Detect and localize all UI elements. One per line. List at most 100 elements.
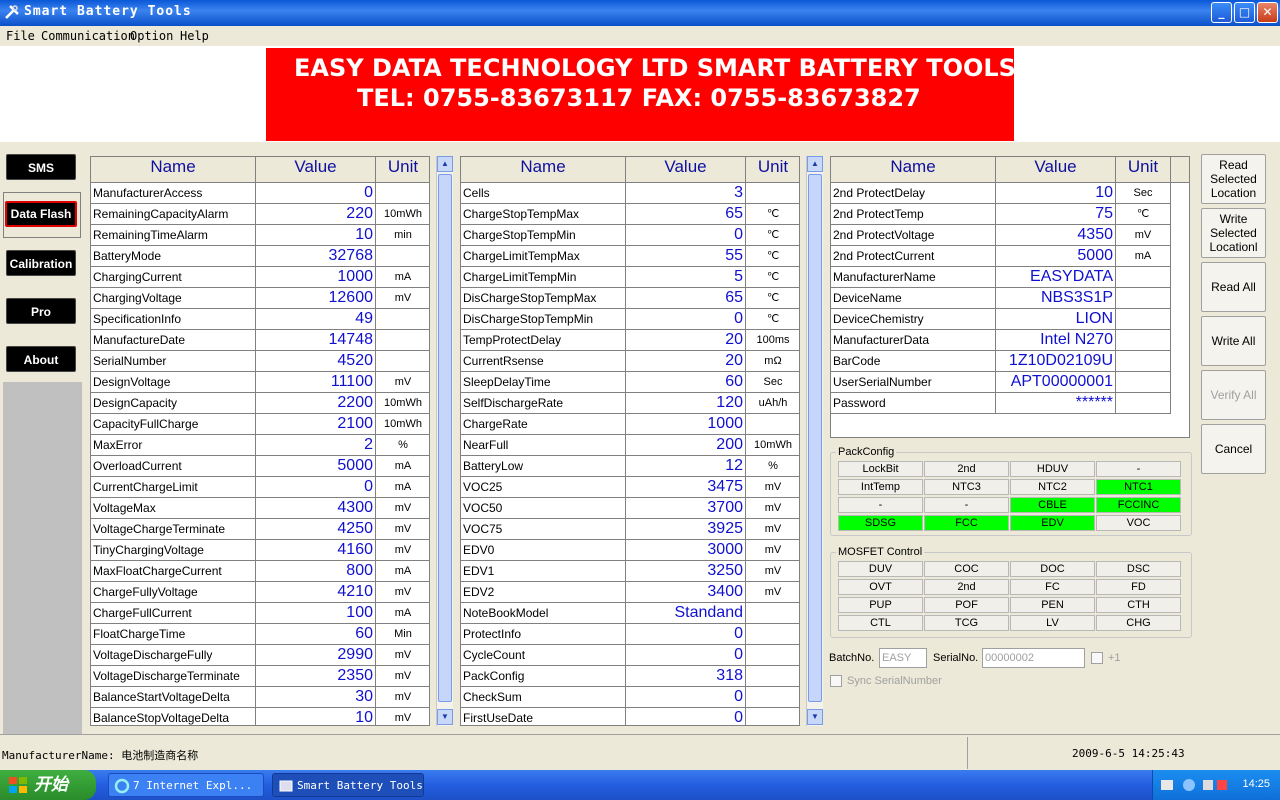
cell-value[interactable]: Intel N270: [996, 330, 1116, 350]
cell-value[interactable]: 65: [626, 204, 746, 224]
cell-value[interactable]: 11100: [256, 372, 376, 392]
table-row[interactable]: VoltageDischargeFully 2990 mV: [91, 645, 429, 666]
table-row[interactable]: ChargeFullCurrent 100 mA: [91, 603, 429, 624]
start-button[interactable]: 开始: [0, 770, 96, 800]
tray-icons[interactable]: [1159, 778, 1231, 792]
table-row[interactable]: CurrentChargeLimit 0 mA: [91, 477, 429, 498]
write-all-button[interactable]: Write All: [1201, 316, 1266, 366]
table-row[interactable]: ChargeLimitTempMax 55 ℃: [461, 246, 799, 267]
read-selected-button[interactable]: Read Selected Location: [1201, 154, 1266, 204]
scroll-thumb[interactable]: [438, 174, 452, 702]
cell-value[interactable]: 0: [626, 309, 746, 329]
table-row[interactable]: ChargeStopTempMin 0 ℃: [461, 225, 799, 246]
table-row[interactable]: CheckSum 0: [461, 687, 799, 708]
packconfig-bit[interactable]: NTC3: [924, 479, 1009, 495]
cell-value[interactable]: 0: [256, 183, 376, 203]
cell-value[interactable]: 32768: [256, 246, 376, 266]
cell-value[interactable]: 3475: [626, 477, 746, 497]
table-row[interactable]: TinyChargingVoltage 4160 mV: [91, 540, 429, 561]
mosfet-button[interactable]: PUP: [838, 597, 923, 613]
nav-calibration-button[interactable]: Calibration: [6, 250, 76, 276]
cancel-button[interactable]: Cancel: [1201, 424, 1266, 474]
nav-about-button[interactable]: About: [6, 346, 76, 372]
cell-value[interactable]: 10: [256, 225, 376, 245]
table-row[interactable]: VoltageChargeTerminate 4250 mV: [91, 519, 429, 540]
mosfet-button[interactable]: DSC: [1096, 561, 1181, 577]
packconfig-bit[interactable]: NTC1: [1096, 479, 1181, 495]
cell-value[interactable]: 4520: [256, 351, 376, 371]
menu-help[interactable]: Help: [180, 29, 209, 43]
table-row[interactable]: DisChargeStopTempMin 0 ℃: [461, 309, 799, 330]
mosfet-button[interactable]: LV: [1010, 615, 1095, 631]
cell-value[interactable]: 60: [626, 372, 746, 392]
cell-value[interactable]: NBS3S1P: [996, 288, 1116, 308]
cell-value[interactable]: 1Z10D02109U: [996, 351, 1116, 371]
table-row[interactable]: VOC25 3475 mV: [461, 477, 799, 498]
table-row[interactable]: ProtectInfo 0: [461, 624, 799, 645]
cell-value[interactable]: 55: [626, 246, 746, 266]
cell-value[interactable]: ******: [996, 393, 1116, 413]
table-row[interactable]: SleepDelayTime 60 Sec: [461, 372, 799, 393]
grid-2-scrollbar[interactable]: ▲ ▼: [806, 156, 823, 726]
table-row[interactable]: NearFull 200 10mWh: [461, 435, 799, 456]
cell-value[interactable]: 20: [626, 330, 746, 350]
table-row[interactable]: BatteryLow 12%: [461, 456, 799, 477]
menu-option[interactable]: Option: [130, 29, 173, 43]
mosfet-button[interactable]: PEN: [1010, 597, 1095, 613]
packconfig-bit[interactable]: -: [1096, 461, 1181, 477]
menu-file[interactable]: File: [6, 29, 35, 43]
packconfig-bit[interactable]: HDUV: [1010, 461, 1095, 477]
mosfet-button[interactable]: TCG: [924, 615, 1009, 631]
table-row[interactable]: VOC50 3700 mV: [461, 498, 799, 519]
cell-value[interactable]: 1000: [626, 414, 746, 434]
table-row[interactable]: EDV1 3250 mV: [461, 561, 799, 582]
cell-value[interactable]: 3400: [626, 582, 746, 602]
table-row[interactable]: ChargeRate 1000: [461, 414, 799, 435]
table-row[interactable]: VOC75 3925 mV: [461, 519, 799, 540]
mosfet-button[interactable]: FD: [1096, 579, 1181, 595]
cell-value[interactable]: 3700: [626, 498, 746, 518]
nav-pro-button[interactable]: Pro: [6, 298, 76, 324]
scroll-down-icon[interactable]: ▼: [807, 709, 823, 725]
table-row[interactable]: 2nd ProtectTemp 75 ℃: [831, 204, 1171, 225]
cell-value[interactable]: 0: [626, 624, 746, 644]
cell-value[interactable]: 100: [256, 603, 376, 623]
sync-serial-checkbox[interactable]: [830, 675, 842, 687]
cell-value[interactable]: 5000: [256, 456, 376, 476]
table-row[interactable]: ChargeLimitTempMin 5 ℃: [461, 267, 799, 288]
packconfig-bit[interactable]: IntTemp: [838, 479, 923, 495]
mosfet-button[interactable]: POF: [924, 597, 1009, 613]
cell-value[interactable]: 4300: [256, 498, 376, 518]
table-row[interactable]: 2nd ProtectVoltage 4350 mV: [831, 225, 1171, 246]
cell-value[interactable]: 14748: [256, 330, 376, 350]
table-row[interactable]: DesignVoltage 11100 mV: [91, 372, 429, 393]
table-row[interactable]: Cells 3: [461, 183, 799, 204]
cell-value[interactable]: 2200: [256, 393, 376, 413]
cell-value[interactable]: 120: [626, 393, 746, 413]
mosfet-button[interactable]: OVT: [838, 579, 923, 595]
mosfet-button[interactable]: CHG: [1096, 615, 1181, 631]
nav-data-flash-button[interactable]: Data Flash: [5, 201, 77, 227]
cell-value[interactable]: 2350: [256, 666, 376, 686]
cell-value[interactable]: 10: [256, 708, 376, 725]
table-row[interactable]: DisChargeStopTempMax 65 ℃: [461, 288, 799, 309]
mosfet-button[interactable]: 2nd: [924, 579, 1009, 595]
table-row[interactable]: SpecificationInfo 49: [91, 309, 429, 330]
plus-one-checkbox[interactable]: [1091, 652, 1103, 664]
cell-value[interactable]: Standand: [626, 603, 746, 623]
table-row[interactable]: ChargeFullyVoltage 4210 mV: [91, 582, 429, 603]
mosfet-button[interactable]: CTL: [838, 615, 923, 631]
cell-value[interactable]: LION: [996, 309, 1116, 329]
verify-all-button[interactable]: Verify All: [1201, 370, 1266, 420]
cell-value[interactable]: 3250: [626, 561, 746, 581]
cell-value[interactable]: 4350: [996, 225, 1116, 245]
packconfig-bit[interactable]: VOC: [1096, 515, 1181, 531]
table-row[interactable]: VoltageDischargeTerminate 2350 mV: [91, 666, 429, 687]
table-row[interactable]: CapacityFullCharge 2100 10mWh: [91, 414, 429, 435]
packconfig-bit[interactable]: 2nd: [924, 461, 1009, 477]
packconfig-bit[interactable]: CBLE: [1010, 497, 1095, 513]
serial-input[interactable]: 00000002: [982, 648, 1085, 668]
table-row[interactable]: SelfDischargeRate 120 uAh/h: [461, 393, 799, 414]
cell-value[interactable]: 0: [626, 687, 746, 707]
table-row[interactable]: EDV2 3400 mV: [461, 582, 799, 603]
